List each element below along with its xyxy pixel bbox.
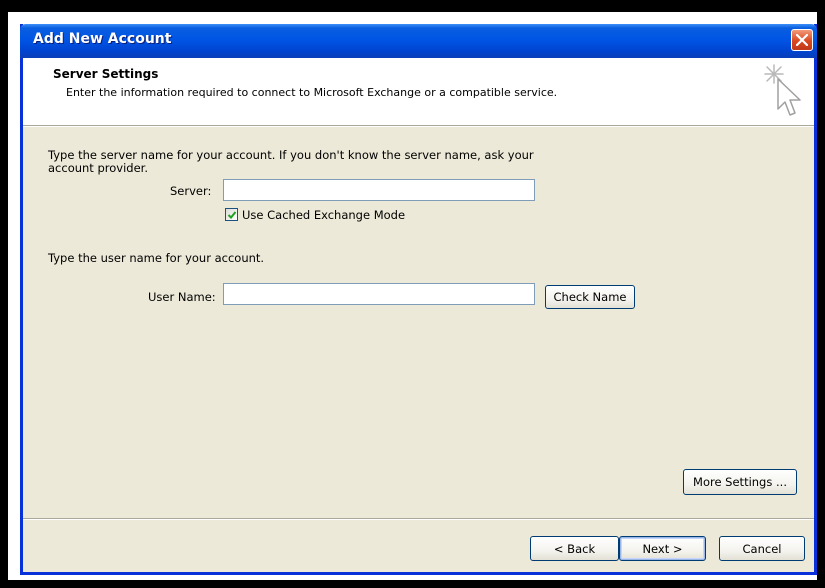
- more-settings-label: More Settings ...: [693, 475, 787, 489]
- next-button[interactable]: Next >: [619, 536, 706, 561]
- server-instruction-line1: Type the server name for your account. I…: [48, 148, 534, 162]
- close-button[interactable]: [791, 29, 813, 51]
- close-icon: [796, 34, 808, 46]
- cached-mode-checkbox[interactable]: [225, 208, 238, 221]
- user-name-label: User Name:: [148, 290, 216, 304]
- sparkle-cursor-icon: [760, 61, 804, 125]
- window-title: Add New Account: [33, 31, 172, 47]
- header-divider-highlight: [23, 126, 814, 127]
- more-settings-button[interactable]: More Settings ...: [683, 469, 797, 495]
- cancel-button[interactable]: Cancel: [719, 536, 805, 561]
- check-name-button[interactable]: Check Name: [545, 285, 635, 309]
- page-description: Enter the information required to connec…: [66, 86, 558, 99]
- cancel-label: Cancel: [742, 541, 782, 556]
- checkmark-icon: [227, 211, 237, 219]
- next-label: Next >: [642, 541, 683, 556]
- footer-divider-highlight: [23, 519, 814, 520]
- server-label: Server:: [170, 184, 212, 198]
- server-instruction-line2: account provider.: [48, 161, 148, 175]
- server-input[interactable]: [223, 179, 535, 201]
- back-label: < Back: [553, 541, 596, 556]
- check-name-label: Check Name: [553, 290, 627, 304]
- user-instruction: Type the user name for your account.: [48, 251, 265, 265]
- back-button[interactable]: < Back: [530, 536, 619, 561]
- user-name-input[interactable]: [223, 283, 535, 305]
- page-title: Server Settings: [53, 67, 159, 81]
- cached-mode-label[interactable]: Use Cached Exchange Mode: [242, 208, 405, 222]
